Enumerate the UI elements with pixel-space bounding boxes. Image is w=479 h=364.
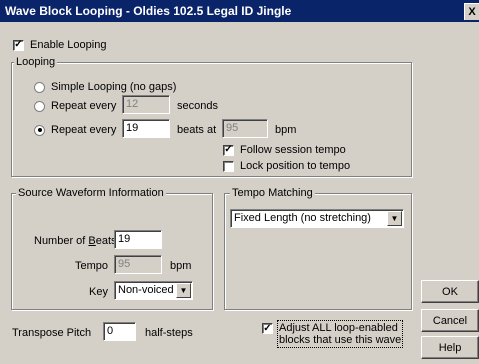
key-label: Key — [89, 286, 108, 298]
follow-tempo-check-icon: ✓ — [223, 144, 234, 156]
follow-tempo-checkbox[interactable]: ✓ Follow session tempo — [223, 144, 346, 156]
follow-tempo-label: Follow session tempo — [240, 144, 346, 156]
tempo-label: Tempo — [75, 260, 109, 272]
chevron-down-icon[interactable]: ▼ — [176, 283, 191, 298]
key-select-value: Non-voiced — [118, 284, 174, 296]
repeat-beats-label: Repeat every — [51, 124, 117, 136]
adjust-all-line1: Adjust ALL loop-enabled — [279, 322, 398, 334]
source-waveform-group-label: Source Waveform Information — [16, 187, 166, 199]
repeat-beats-radio[interactable]: Repeat every — [34, 124, 116, 136]
adjust-all-check-icon: ✓ — [262, 322, 273, 334]
radio-selected-icon — [34, 124, 45, 136]
tempo-matching-group-label: Tempo Matching — [230, 187, 315, 199]
enable-looping-label: Enable Looping — [30, 39, 107, 51]
radio-icon — [34, 81, 45, 93]
adjust-all-label: Adjust ALL loop-enabled blocks that use … — [276, 320, 404, 348]
repeat-seconds-input[interactable]: 12 — [122, 95, 170, 114]
seconds-unit-label: seconds — [177, 100, 218, 112]
radio-icon — [34, 100, 45, 112]
tempo-input[interactable]: 95 — [114, 255, 162, 274]
tempo-matching-select[interactable]: Fixed Length (no stretching) ▼ — [230, 209, 404, 228]
lock-position-checkbox[interactable]: Lock position to tempo — [223, 160, 350, 172]
lock-position-label: Lock position to tempo — [240, 160, 351, 172]
key-select[interactable]: Non-voiced ▼ — [114, 281, 193, 300]
simple-looping-label: Simple Looping (no gaps) — [51, 81, 177, 93]
repeat-seconds-label: Repeat every — [51, 100, 117, 112]
enable-looping-checkbox[interactable]: ✓ Enable Looping — [13, 39, 106, 51]
title-bar: Wave Block Looping - Oldies 102.5 Legal … — [0, 0, 479, 22]
adjust-all-checkbox[interactable]: ✓ Adjust ALL loop-enabled blocks that us… — [262, 320, 404, 348]
simple-looping-radio[interactable]: Simple Looping (no gaps) — [34, 81, 176, 93]
lock-position-check-icon — [223, 160, 234, 172]
repeat-beats-input[interactable]: 19 — [122, 119, 170, 138]
number-of-beats-label: Number of Beats — [34, 235, 117, 247]
close-icon[interactable]: X — [464, 3, 479, 20]
number-of-beats-input[interactable]: 19 — [114, 230, 162, 249]
looping-group-label: Looping — [14, 56, 58, 68]
enable-looping-check-icon: ✓ — [13, 39, 24, 51]
adjust-all-line2: blocks that use this wave — [279, 334, 402, 346]
help-button[interactable]: Help — [421, 336, 479, 359]
transpose-pitch-input[interactable]: 0 — [103, 322, 136, 341]
ok-button[interactable]: OK — [421, 280, 479, 303]
repeat-seconds-radio[interactable]: Repeat every — [34, 100, 116, 112]
cancel-button[interactable]: Cancel — [421, 309, 479, 332]
tempo-matching-value: Fixed Length (no stretching) — [234, 212, 371, 224]
beats-at-label: beats at — [177, 124, 217, 136]
half-steps-label: half-steps — [145, 327, 193, 339]
bpm-unit-label: bpm — [275, 124, 297, 136]
transpose-pitch-label: Transpose Pitch — [12, 327, 92, 339]
repeat-bpm-input[interactable]: 95 — [222, 119, 268, 138]
window-title: Wave Block Looping - Oldies 102.5 Legal … — [5, 4, 292, 18]
tempo-unit-label: bpm — [170, 260, 192, 272]
looping-group — [11, 62, 412, 177]
chevron-down-icon[interactable]: ▼ — [387, 211, 402, 226]
